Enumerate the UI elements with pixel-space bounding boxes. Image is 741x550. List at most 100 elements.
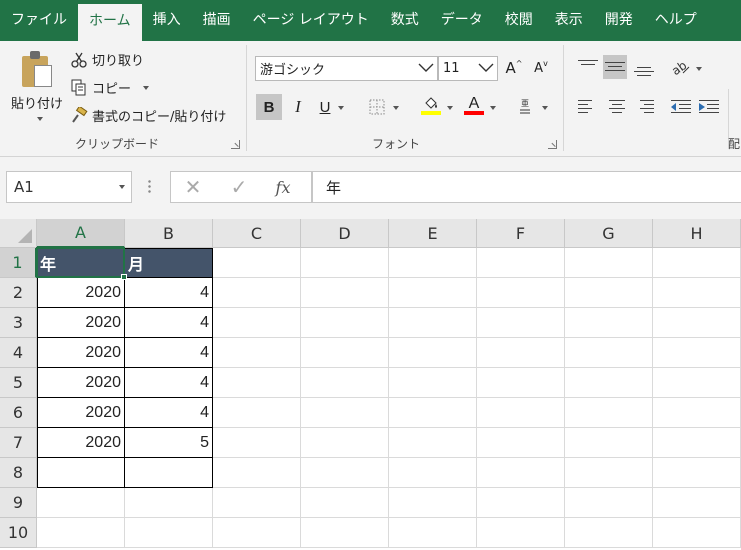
cell-f1[interactable] [477, 248, 565, 278]
cell-e8[interactable] [389, 458, 477, 488]
cell-a7[interactable]: 2020 [37, 428, 125, 458]
cell-d4[interactable] [301, 338, 389, 368]
formula-input[interactable]: 年 [312, 171, 741, 203]
cell-d1[interactable] [301, 248, 389, 278]
borders-dropdown-icon[interactable] [393, 106, 399, 110]
cell-h4[interactable] [653, 338, 741, 368]
copy-dropdown-icon[interactable] [143, 85, 150, 90]
cell-f8[interactable] [477, 458, 565, 488]
cell-h8[interactable] [653, 458, 741, 488]
cell-c4[interactable] [213, 338, 301, 368]
cell-a4[interactable]: 2020 [37, 338, 125, 368]
enter-icon[interactable]: ✓ [219, 172, 259, 202]
cell-g6[interactable] [565, 398, 653, 428]
cell-a5[interactable]: 2020 [37, 368, 125, 398]
cell-c10[interactable] [213, 518, 301, 548]
cell-a1[interactable]: 年 [37, 248, 125, 278]
row-header-4[interactable]: 4 [0, 338, 37, 368]
cut-button[interactable]: 切り取り [70, 50, 144, 69]
cell-a3[interactable]: 2020 [37, 308, 125, 338]
cell-d5[interactable] [301, 368, 389, 398]
cell-d7[interactable] [301, 428, 389, 458]
cell-a6[interactable]: 2020 [37, 398, 125, 428]
column-header-e[interactable]: E [389, 219, 477, 248]
cell-e4[interactable] [389, 338, 477, 368]
cell-f4[interactable] [477, 338, 565, 368]
column-header-f[interactable]: F [477, 219, 565, 248]
phonetic-guide-button[interactable]: 亜 [512, 94, 538, 120]
row-header-2[interactable]: 2 [0, 278, 37, 308]
cell-d6[interactable] [301, 398, 389, 428]
tab-file[interactable]: ファイル [0, 0, 78, 41]
cell-g10[interactable] [565, 518, 653, 548]
align-bottom-icon[interactable] [632, 55, 656, 79]
cell-a9[interactable] [37, 488, 125, 518]
format-painter-button[interactable]: 書式のコピー/貼り付け [70, 105, 226, 125]
cell-c3[interactable] [213, 308, 301, 338]
tab-insert[interactable]: 挿入 [142, 0, 192, 41]
cancel-icon[interactable]: ✕ [173, 172, 213, 202]
cell-c1[interactable] [213, 248, 301, 278]
cell-c8[interactable] [213, 458, 301, 488]
cell-h2[interactable] [653, 278, 741, 308]
select-all-button[interactable] [0, 219, 37, 248]
cell-c9[interactable] [213, 488, 301, 518]
grow-font-button[interactable]: A ^ [501, 55, 527, 81]
phonetic-dropdown-icon[interactable] [542, 106, 548, 110]
font-dialog-launcher-icon[interactable] [548, 140, 557, 149]
cell-h6[interactable] [653, 398, 741, 428]
cell-f6[interactable] [477, 398, 565, 428]
row-header-8[interactable]: 8 [0, 458, 37, 488]
cell-d2[interactable] [301, 278, 389, 308]
align-top-icon[interactable] [576, 55, 600, 79]
cell-h5[interactable] [653, 368, 741, 398]
cell-a2[interactable]: 2020 [37, 278, 125, 308]
cell-h9[interactable] [653, 488, 741, 518]
tab-draw[interactable]: 描画 [192, 0, 242, 41]
row-header-1[interactable]: 1 [0, 248, 37, 278]
copy-button[interactable]: コピー [70, 78, 150, 97]
row-header-7[interactable]: 7 [0, 428, 37, 458]
decrease-indent-icon[interactable] [669, 95, 693, 119]
cell-b7[interactable]: 5 [125, 428, 213, 458]
cell-g5[interactable] [565, 368, 653, 398]
fill-color-button[interactable] [418, 92, 444, 118]
cell-h10[interactable] [653, 518, 741, 548]
cell-e5[interactable] [389, 368, 477, 398]
cell-f2[interactable] [477, 278, 565, 308]
bold-button[interactable]: B [256, 94, 282, 120]
row-header-9[interactable]: 9 [0, 488, 37, 518]
fill-handle[interactable] [121, 274, 127, 280]
cell-g4[interactable] [565, 338, 653, 368]
cell-g1[interactable] [565, 248, 653, 278]
orientation-icon[interactable]: ab [669, 55, 693, 79]
tab-data[interactable]: データ [430, 0, 494, 41]
tab-review[interactable]: 校閲 [494, 0, 544, 41]
column-header-b[interactable]: B [125, 219, 213, 248]
underline-button[interactable]: U [312, 94, 338, 120]
tab-home[interactable]: ホーム [78, 4, 142, 41]
tab-view[interactable]: 表示 [544, 0, 594, 41]
cell-g3[interactable] [565, 308, 653, 338]
row-header-10[interactable]: 10 [0, 518, 37, 548]
column-header-g[interactable]: G [565, 219, 653, 248]
font-color-dropdown-icon[interactable] [490, 106, 496, 110]
cell-a10[interactable] [37, 518, 125, 548]
clipboard-dialog-launcher-icon[interactable] [231, 140, 240, 149]
cell-g7[interactable] [565, 428, 653, 458]
cell-b10[interactable] [125, 518, 213, 548]
orientation-dropdown-icon[interactable] [696, 67, 702, 71]
cell-g2[interactable] [565, 278, 653, 308]
cell-c7[interactable] [213, 428, 301, 458]
align-left-icon[interactable] [576, 95, 600, 119]
cell-b1[interactable]: 月 [125, 248, 213, 278]
cell-b2[interactable]: 4 [125, 278, 213, 308]
italic-button[interactable]: I [285, 94, 311, 120]
shrink-font-button[interactable]: Av [528, 55, 554, 81]
row-header-6[interactable]: 6 [0, 398, 37, 428]
formula-bar-resize-handle[interactable] [148, 179, 151, 194]
column-header-h[interactable]: H [653, 219, 741, 248]
row-header-5[interactable]: 5 [0, 368, 37, 398]
cell-d9[interactable] [301, 488, 389, 518]
cell-b4[interactable]: 4 [125, 338, 213, 368]
